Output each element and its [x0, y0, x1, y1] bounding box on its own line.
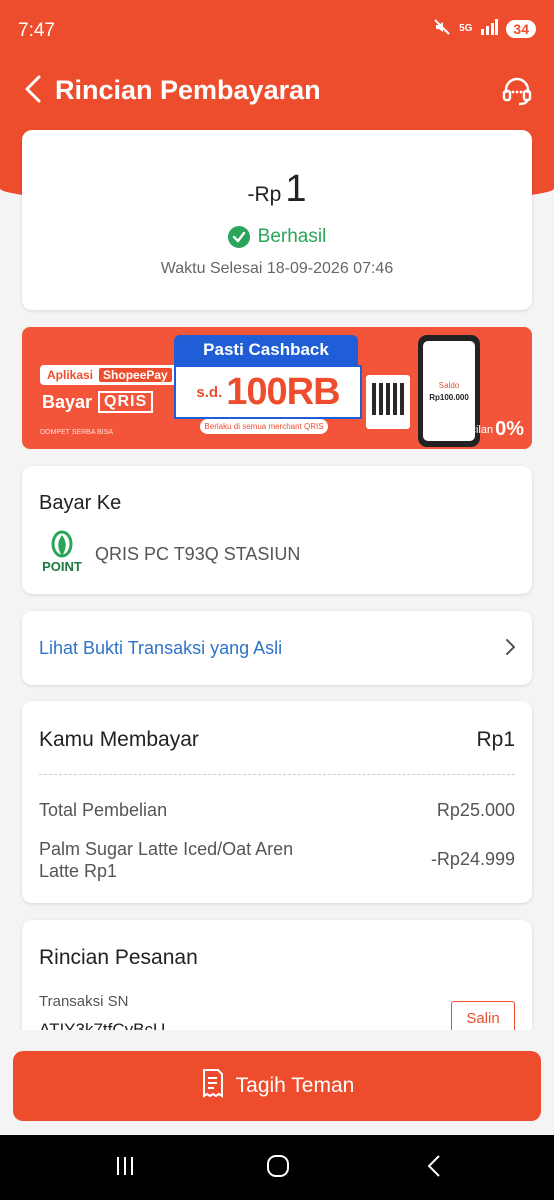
payment-details-card: Kamu Membayar Rp1 Total Pembelian Rp25.0…	[22, 701, 532, 903]
banner-app-label: Aplikasi	[47, 368, 94, 382]
status-badge: Berhasil	[22, 226, 532, 248]
order-details-title: Rincian Pesanan	[39, 946, 198, 969]
back-nav-button[interactable]	[414, 1153, 454, 1183]
banner-fine-print: DOMPET SERBA BISA	[40, 429, 114, 436]
banner-saldo-value: Rp100.000	[429, 393, 469, 402]
promo-banner[interactable]: Aplikasi ShopeePay Bayar QRIS DOMPET SER…	[22, 327, 532, 449]
title-bar: Rincian Pembayaran	[0, 62, 554, 122]
banner-app-tag: Aplikasi ShopeePay	[40, 365, 179, 385]
view-original-proof-link[interactable]: Lihat Bukti Transaksi yang Asli	[22, 611, 532, 685]
total-purchase-value: Rp25.000	[436, 800, 515, 820]
signal-icon	[480, 19, 499, 38]
amount-value: 1	[285, 168, 307, 210]
headset-icon	[500, 77, 534, 112]
bottom-action-bar: Tagih Teman	[0, 1030, 554, 1135]
status-time: 7:47	[18, 20, 55, 41]
check-circle-icon	[227, 226, 250, 248]
banner-pay-line: Bayar QRIS	[42, 391, 154, 413]
total-purchase-label: Total Pembelian	[39, 800, 168, 820]
status-icons: 5G 34	[433, 18, 536, 39]
qr-code-icon	[372, 383, 404, 415]
amount: -Rp 1	[22, 168, 532, 211]
status-bar: 7:47 5G 34	[0, 0, 554, 60]
receipt-icon	[200, 1068, 226, 1104]
home-button[interactable]	[258, 1153, 298, 1183]
pay-to-label: Bayar Ke	[39, 492, 122, 514]
you-paid-label: Kamu Membayar	[39, 728, 199, 751]
proof-link-label[interactable]: Lihat Bukti Transaksi yang Asli	[39, 638, 282, 659]
bill-friend-button[interactable]: Tagih Teman	[13, 1051, 541, 1121]
bill-friend-label: Tagih Teman	[235, 1074, 355, 1097]
battery-badge: 34	[506, 19, 536, 38]
pay-to-card: Bayar Ke POINT QRIS PC T93Q STASIUN	[22, 466, 532, 594]
divider	[39, 774, 515, 775]
system-nav-bar	[0, 1135, 554, 1200]
merchant-name: QRIS PC T93Q STASIUN	[95, 544, 301, 564]
payment-summary-card: -Rp 1 Berhasil Waktu Selesai 18-09-2026 0…	[22, 130, 532, 310]
qr-stand-image	[366, 375, 410, 429]
banner-app-name: ShopeePay	[99, 368, 172, 382]
transaction-sn-label: Transaksi SN	[39, 993, 129, 1010]
chevron-right-icon	[504, 637, 516, 662]
network-label: 5G	[459, 23, 473, 34]
discount-label: Palm Sugar Latte Iced/Oat Aren Latte Rp1	[39, 839, 294, 881]
banner-prefix: s.d.	[196, 383, 223, 401]
back-button[interactable]	[18, 74, 48, 108]
merchant-logo-text: POINT	[42, 559, 82, 574]
banner-amount: 100RB	[226, 370, 340, 413]
merchant-logo: POINT	[38, 530, 86, 576]
support-button[interactable]	[500, 74, 534, 108]
recent-apps-icon	[114, 1155, 136, 1182]
chevron-left-icon	[24, 74, 42, 109]
mute-icon	[433, 18, 451, 39]
amount-currency: -Rp	[247, 183, 282, 206]
banner-cicilan-value: 0%	[495, 418, 524, 440]
you-paid-value: Rp1	[476, 728, 515, 751]
page-title: Rincian Pembayaran	[55, 75, 321, 105]
discount-value: -Rp24.999	[430, 849, 515, 869]
home-icon	[266, 1154, 290, 1183]
banner-cicilan-label: Cicilan	[460, 423, 494, 436]
banner-note: Berlaku di semua merchant QRIS	[200, 419, 328, 434]
banner-pay-label: Bayar	[42, 391, 93, 412]
banner-saldo-label: Saldo	[438, 381, 460, 390]
back-arrow-icon	[426, 1154, 442, 1183]
status-text: Berhasil	[257, 226, 327, 247]
recent-apps-button[interactable]	[105, 1153, 145, 1183]
banner-headline: Pasti Cashback	[174, 335, 358, 365]
banner-cashback-box: s.d. 100RB	[174, 365, 362, 419]
completed-time: Waktu Selesai 18-09-2026 07:46	[160, 260, 394, 277]
banner-cicilan: Cicilan 0%	[460, 418, 524, 441]
banner-qris-logo: QRIS	[98, 391, 154, 413]
